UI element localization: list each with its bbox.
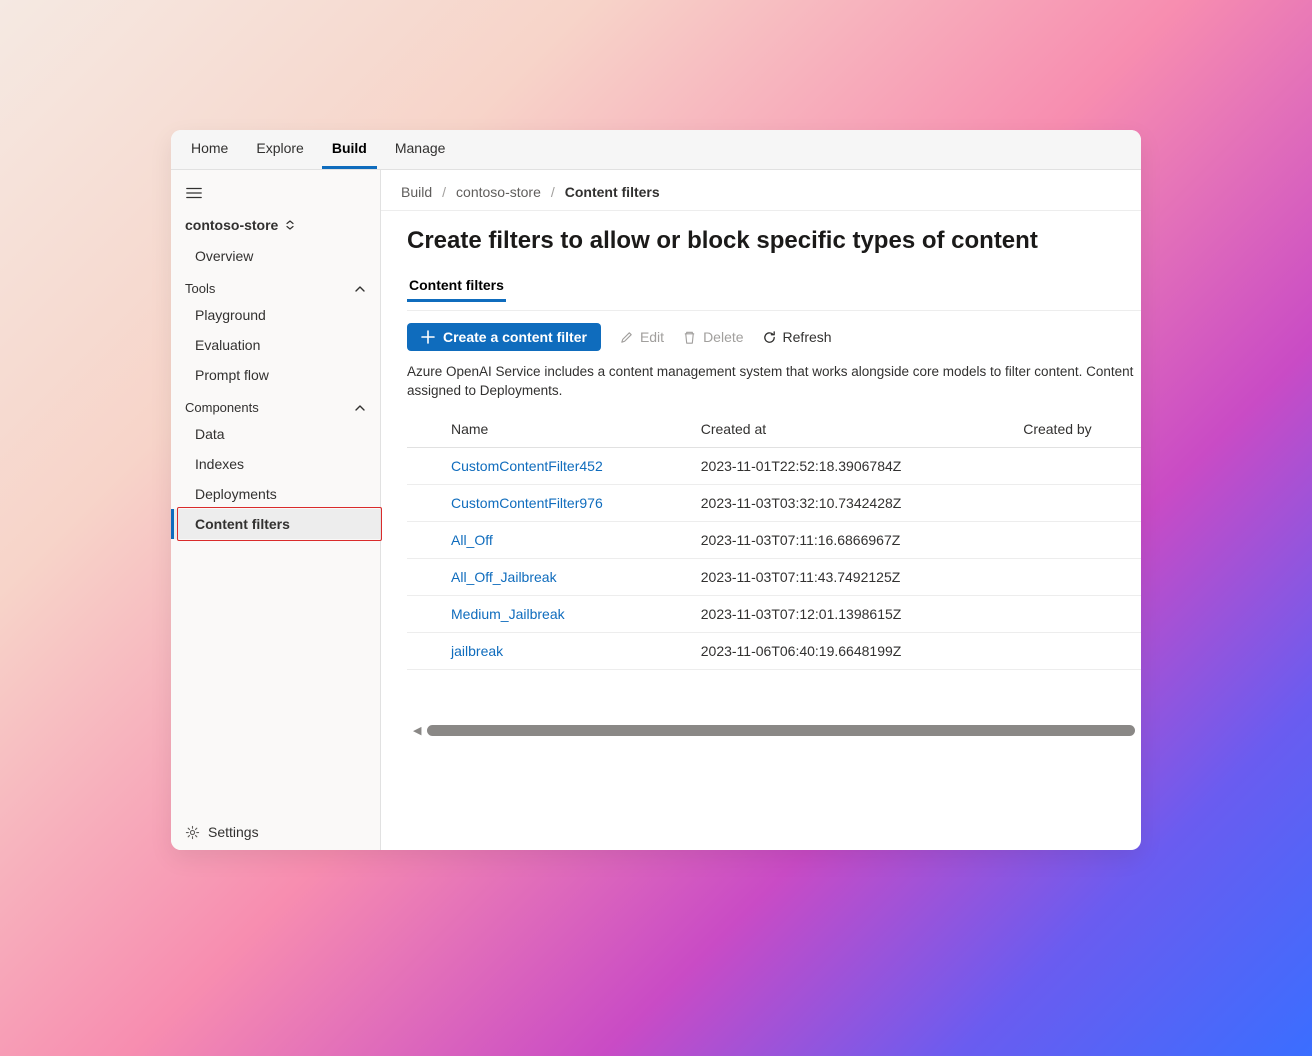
sidebar-section-components[interactable]: Components xyxy=(171,390,380,419)
created-by-cell xyxy=(1015,558,1141,595)
subtab-content-filters[interactable]: Content filters xyxy=(407,271,506,302)
row-spacer xyxy=(407,595,443,632)
created-by-cell xyxy=(1015,632,1141,669)
created-by-cell xyxy=(1015,447,1141,484)
scroll-track[interactable] xyxy=(427,725,1135,736)
gear-icon xyxy=(185,825,200,840)
refresh-button[interactable]: Refresh xyxy=(762,329,832,345)
row-spacer xyxy=(407,447,443,484)
chevron-up-icon xyxy=(354,283,366,295)
create-content-filter-button[interactable]: Create a content filter xyxy=(407,323,601,351)
filter-name-link[interactable]: All_Off xyxy=(451,532,493,548)
sidebar-item-evaluation[interactable]: Evaluation xyxy=(171,330,380,360)
created-by-cell xyxy=(1015,595,1141,632)
toolbar: Create a content filter Edit Delete Refr… xyxy=(407,310,1141,359)
breadcrumb-current: Content filters xyxy=(565,184,660,200)
create-label: Create a content filter xyxy=(443,329,587,345)
col-created-at[interactable]: Created at xyxy=(693,411,1015,448)
created-at-cell: 2023-11-01T22:52:18.3906784Z xyxy=(693,447,1015,484)
content-card: Create filters to allow or block specifi… xyxy=(381,210,1141,850)
breadcrumb-sep: / xyxy=(442,184,446,200)
breadcrumb-item[interactable]: contoso-store xyxy=(456,184,541,200)
table-row[interactable]: CustomContentFilter452 2023-11-01T22:52:1… xyxy=(407,447,1141,484)
filter-name-link[interactable]: All_Off_Jailbreak xyxy=(451,569,557,585)
created-at-cell: 2023-11-03T07:11:16.6866967Z xyxy=(693,521,1015,558)
topnav-tab-build[interactable]: Build xyxy=(322,130,377,169)
edit-label: Edit xyxy=(640,329,664,345)
sidebar-item-data[interactable]: Data xyxy=(171,419,380,449)
created-at-cell: 2023-11-03T03:32:10.7342428Z xyxy=(693,484,1015,521)
refresh-label: Refresh xyxy=(783,329,832,345)
refresh-icon xyxy=(762,330,777,345)
scroll-left-icon[interactable]: ◀ xyxy=(413,724,421,737)
row-spacer xyxy=(407,558,443,595)
col-name[interactable]: Name xyxy=(443,411,693,448)
top-nav: Home Explore Build Manage xyxy=(171,130,1141,170)
filter-name-link[interactable]: Medium_Jailbreak xyxy=(451,606,565,622)
sidebar-section-tools[interactable]: Tools xyxy=(171,271,380,300)
chevron-up-icon xyxy=(354,402,366,414)
created-by-cell xyxy=(1015,484,1141,521)
store-picker[interactable]: contoso-store xyxy=(171,213,380,241)
section-label: Components xyxy=(185,400,259,415)
row-spacer xyxy=(407,521,443,558)
trash-icon xyxy=(682,330,697,345)
table-row[interactable]: All_Off 2023-11-03T07:11:16.6866967Z xyxy=(407,521,1141,558)
horizontal-scrollbar[interactable]: ◀ xyxy=(413,724,1135,737)
filter-name-link[interactable]: jailbreak xyxy=(451,643,503,659)
table-row[interactable]: jailbreak 2023-11-06T06:40:19.6648199Z xyxy=(407,632,1141,669)
chevron-updown-icon xyxy=(284,219,296,231)
sidebar-item-deployments[interactable]: Deployments xyxy=(171,479,380,509)
sidebar: contoso-store Overview Tools Playground … xyxy=(171,170,381,850)
col-spacer xyxy=(407,411,443,448)
sidebar-item-indexes[interactable]: Indexes xyxy=(171,449,380,479)
row-spacer xyxy=(407,632,443,669)
filter-name-link[interactable]: CustomContentFilter976 xyxy=(451,495,603,511)
created-by-cell xyxy=(1015,521,1141,558)
app-shell: Home Explore Build Manage contoso-store … xyxy=(171,130,1141,850)
delete-button[interactable]: Delete xyxy=(682,329,743,345)
filter-name-link[interactable]: CustomContentFilter452 xyxy=(451,458,603,474)
edit-icon xyxy=(619,330,634,345)
edit-button[interactable]: Edit xyxy=(619,329,664,345)
col-created-by[interactable]: Created by xyxy=(1015,411,1141,448)
created-at-cell: 2023-11-03T07:12:01.1398615Z xyxy=(693,595,1015,632)
description: Azure OpenAI Service includes a content … xyxy=(407,359,1141,411)
topnav-tab-home[interactable]: Home xyxy=(181,130,238,169)
subtabs: Content filters xyxy=(407,271,1141,302)
section-label: Tools xyxy=(185,281,215,296)
delete-label: Delete xyxy=(703,329,743,345)
breadcrumb: Build / contoso-store / Content filters xyxy=(381,170,1141,210)
created-at-cell: 2023-11-03T07:11:43.7492125Z xyxy=(693,558,1015,595)
sidebar-item-playground[interactable]: Playground xyxy=(171,300,380,330)
row-spacer xyxy=(407,484,443,521)
sidebar-item-promptflow[interactable]: Prompt flow xyxy=(171,360,380,390)
sidebar-settings[interactable]: Settings xyxy=(171,814,380,850)
main: Build / contoso-store / Content filters … xyxy=(381,170,1141,850)
settings-label: Settings xyxy=(208,824,259,840)
breadcrumb-item[interactable]: Build xyxy=(401,184,432,200)
page-title: Create filters to allow or block specifi… xyxy=(407,227,1141,255)
table-row[interactable]: All_Off_Jailbreak 2023-11-03T07:11:43.749… xyxy=(407,558,1141,595)
sidebar-item-content-filters[interactable]: Content filters xyxy=(171,509,380,539)
hamburger-icon[interactable] xyxy=(171,180,380,213)
store-name: contoso-store xyxy=(185,217,278,233)
breadcrumb-sep: / xyxy=(551,184,555,200)
plus-icon xyxy=(421,330,435,344)
filters-table: Name Created at Created by CustomContent… xyxy=(407,411,1141,670)
table-row[interactable]: Medium_Jailbreak 2023-11-03T07:12:01.1398… xyxy=(407,595,1141,632)
created-at-cell: 2023-11-06T06:40:19.6648199Z xyxy=(693,632,1015,669)
topnav-tab-manage[interactable]: Manage xyxy=(385,130,456,169)
sidebar-item-overview[interactable]: Overview xyxy=(171,241,380,271)
topnav-tab-explore[interactable]: Explore xyxy=(246,130,313,169)
table-row[interactable]: CustomContentFilter976 2023-11-03T03:32:1… xyxy=(407,484,1141,521)
